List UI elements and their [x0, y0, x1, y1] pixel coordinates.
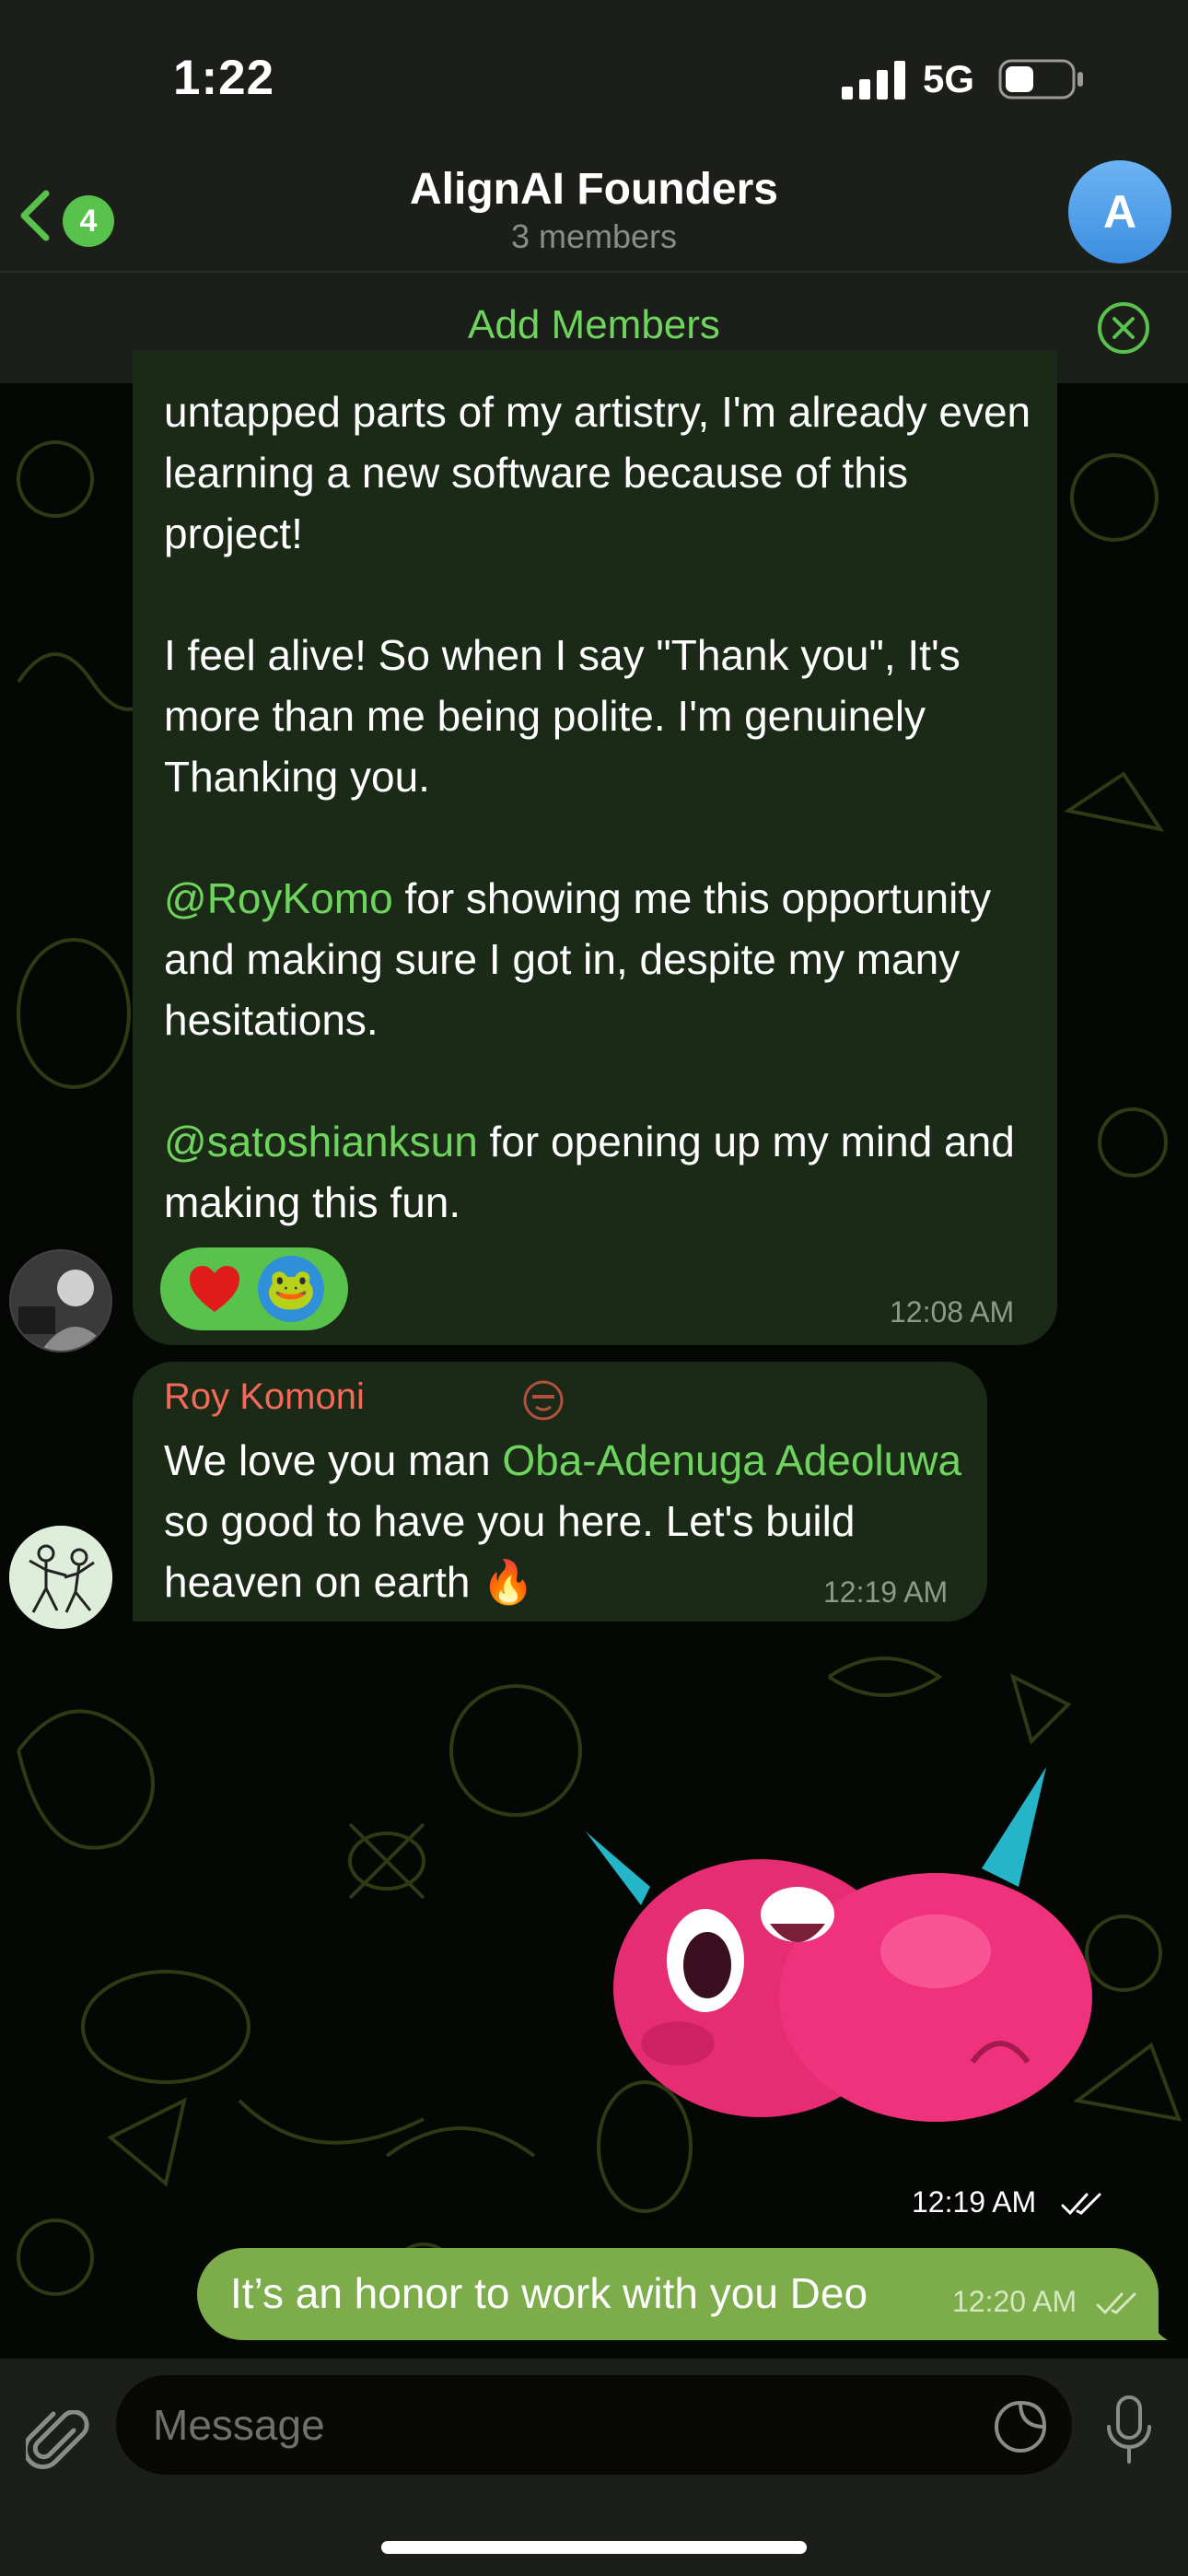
sender-avatar[interactable]	[9, 1249, 112, 1352]
network-type: 5G	[923, 57, 975, 100]
emoji-status-icon	[523, 1380, 564, 1421]
message-paragraph: untapped parts of my artistry, I'm alrea…	[164, 388, 1031, 557]
sender-name[interactable]: Roy Komoni	[164, 1376, 365, 1418]
battery-icon	[998, 59, 1083, 100]
message-time: 12:20 AM	[952, 2285, 1077, 2318]
message-bubble-outgoing[interactable]: It’s an honor to work with you Deo 12:20…	[197, 2248, 1159, 2340]
microphone-icon[interactable]	[1101, 2394, 1157, 2467]
home-indicator	[381, 2541, 807, 2554]
message-paragraph: @RoyKomo for showing me this opportunity…	[164, 868, 1048, 1050]
mention-link[interactable]: @satoshianksun	[164, 1118, 478, 1165]
group-avatar[interactable]: A	[1068, 160, 1171, 263]
member-count: 3 members	[510, 217, 678, 255]
message-text: We love you man	[164, 1436, 503, 1484]
double-check-icon	[1096, 2292, 1136, 2315]
add-members-button[interactable]: Add Members	[0, 302, 1188, 348]
devil-blob-sticker[interactable]	[586, 1767, 1101, 2136]
cellular-signal-icon	[842, 61, 905, 100]
sender-avatar[interactable]	[9, 1526, 112, 1629]
close-icon[interactable]	[1096, 300, 1151, 356]
status-time: 1:22	[173, 51, 275, 105]
avatar-dancers-icon	[9, 1526, 112, 1629]
sticker-icon[interactable]	[993, 2399, 1048, 2454]
paperclip-icon[interactable]	[26, 2410, 92, 2476]
message-bubble-incoming[interactable]: Roy Komoni We love you man Oba-Adenuga A…	[133, 1362, 987, 1622]
message-paragraph: @satoshianksun for opening up my mind an…	[164, 1111, 1048, 1233]
mention-link[interactable]: Oba-Adenuga Adeoluwa	[502, 1436, 961, 1484]
message-time: 12:08 AM	[890, 1295, 1015, 1329]
message-text: It’s an honor to work with you Deo	[230, 2269, 868, 2317]
status-bar: 1:22 5G	[0, 0, 1188, 157]
message-input-bar	[0, 2359, 1188, 2576]
chat-header: 4 AlignAI Founders 3 members A	[0, 157, 1188, 271]
top-bar: 1:22 5G 4 AlignAI Founders 3 members A	[0, 0, 1188, 271]
message-text: so good to have you here. Let's build he…	[164, 1497, 856, 1606]
message-input[interactable]	[116, 2375, 1072, 2475]
heart-reaction-icon[interactable]	[188, 1264, 241, 1314]
mention-link[interactable]: @RoyKomo	[164, 874, 393, 922]
double-check-icon	[1061, 2193, 1101, 2216]
sticker-time: 12:19 AM	[912, 2185, 1037, 2219]
bubble-tail	[1142, 2303, 1168, 2340]
avatar-photo-icon	[11, 1251, 111, 1351]
pepe-reaction-icon[interactable]: 🐸	[258, 1256, 324, 1322]
reactions[interactable]: 🐸	[160, 1247, 348, 1330]
message-bubble-incoming[interactable]: untapped parts of my artistry, I'm alrea…	[133, 350, 1057, 1345]
message-time: 12:19 AM	[823, 1575, 949, 1609]
chat-title[interactable]: AlignAI Founders	[0, 164, 1188, 215]
message-paragraph: I feel alive! So when I say "Thank you",…	[164, 631, 961, 801]
